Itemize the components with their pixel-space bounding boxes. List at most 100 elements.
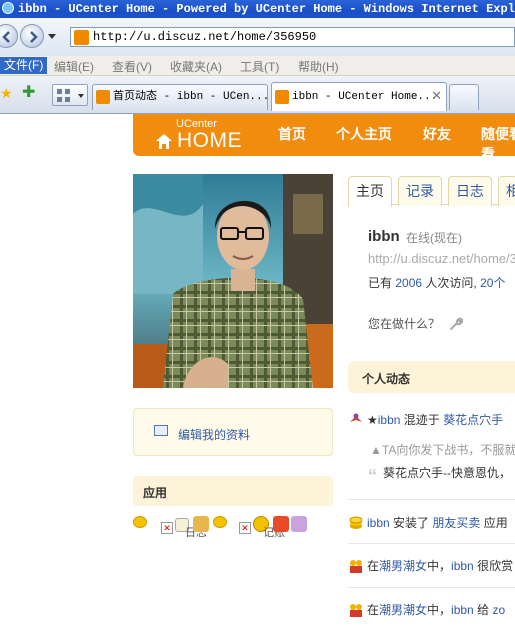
feed-target-link[interactable]: zo — [492, 603, 505, 617]
back-button[interactable] — [0, 24, 18, 48]
nav-home[interactable]: 首页 — [278, 124, 306, 144]
feed-mid: 中， — [427, 559, 452, 573]
tab-list-dropdown-icon[interactable] — [78, 94, 84, 98]
wrench-icon[interactable] — [449, 317, 464, 331]
profile-card-icon — [154, 425, 168, 436]
kungfu-icon[interactable] — [291, 516, 307, 532]
feed-item: 在潮男潮女中，ibbn 给 zo — [348, 601, 515, 618]
feed-item: ibbn 安装了 朋友买卖 应用 — [348, 514, 515, 531]
window-title-bar: ibbn - UCenter Home - Powered by UCenter… — [0, 0, 515, 18]
tab-records[interactable]: 记录 — [398, 176, 442, 206]
quote-mark-icon: “ — [368, 466, 377, 486]
tab-label: 首页动态 - ibbn - UCen... — [113, 91, 268, 103]
add-favorite-icon[interactable]: ✚ — [22, 85, 38, 101]
doing-prompt: 您在做什么？ — [368, 317, 441, 331]
feed-detail: ▲TA向你发下战书，不服就 — [370, 443, 515, 457]
feed-action: 安装了 — [393, 516, 430, 530]
close-tab-icon[interactable]: ✕ — [431, 89, 442, 103]
menu-favorites[interactable]: 收藏夹(A) — [170, 58, 222, 75]
feed-suffix: 应用 — [483, 516, 508, 530]
avatar[interactable] — [133, 174, 333, 388]
feed-target-link[interactable]: 朋友买卖 — [432, 516, 480, 530]
visits-prefix: 已有 — [368, 276, 393, 290]
visit-stats: 已有 2006 人次访问, 20个 — [368, 274, 505, 291]
tab-album[interactable]: 相册 — [498, 176, 515, 206]
tab-label: ibbn - UCenter Home... — [292, 91, 438, 103]
feed-quote-text: 葵花点穴手--快意恩仇， — [383, 466, 511, 480]
house-icon — [156, 134, 172, 149]
avatar-photo — [133, 174, 333, 388]
activity-title: 个人动态 — [362, 372, 411, 386]
profile-username: ibbn — [368, 228, 400, 245]
tab-favicon-icon — [96, 90, 110, 104]
speech-bubble-icon — [213, 516, 227, 528]
visits-extra[interactable]: 20个 — [480, 276, 505, 290]
favorites-star-icon[interactable]: ★ — [0, 86, 14, 100]
feed-user-link[interactable]: ibbn — [378, 413, 401, 427]
feed-user-link[interactable]: ibbn — [451, 603, 474, 617]
address-field[interactable]: http://u.discuz.net/home/356950 — [70, 27, 515, 47]
new-tab-button[interactable] — [449, 84, 479, 110]
nav-my-page[interactable]: 个人主页 — [336, 124, 392, 144]
feed-prefix: 在 — [367, 603, 380, 617]
profile-url[interactable]: http://u.discuz.net/home/356950 — [368, 251, 515, 266]
tab-profile[interactable]: ibbn - UCenter Home... ✕ — [271, 82, 447, 111]
menu-file[interactable]: 文件(F) — [0, 57, 48, 74]
menu-view[interactable]: 查看(V) — [112, 58, 152, 75]
tab-favicon-icon — [275, 90, 289, 104]
address-url[interactable]: http://u.discuz.net/home/356950 — [93, 30, 316, 44]
feed-group-link[interactable]: 潮男潮女 — [379, 559, 427, 573]
quick-tabs-grid-icon — [57, 89, 70, 102]
feed-item: 在潮男潮女中，ibbn 很欣赏 — [348, 557, 515, 574]
feed-item: ★ibbn 混迹于 葵花点穴手 — [348, 411, 515, 428]
forward-arrow-icon — [30, 31, 38, 43]
menu-bar: 文件(F) 编辑(E) 查看(V) 收藏夹(A) 工具(T) 帮助(H) — [0, 56, 515, 76]
menu-help[interactable]: 帮助(H) — [298, 58, 339, 75]
menu-tools[interactable]: 工具(T) — [240, 58, 279, 75]
feed-user-link[interactable]: ibbn — [367, 516, 390, 530]
feed-user-link[interactable]: ibbn — [451, 559, 474, 573]
feed-star: ★ — [367, 413, 378, 427]
apps-title: 应用 — [143, 486, 168, 500]
gift-box-icon[interactable] — [193, 516, 209, 532]
feed-action: 很欣赏 — [477, 559, 514, 573]
feed-action: 给 — [477, 603, 490, 617]
profile-tabs: 主页 记录 日志 相册 — [348, 174, 515, 207]
feed-mid: 中， — [427, 603, 452, 617]
friends-icon[interactable] — [273, 516, 289, 532]
quick-tabs-button[interactable] — [52, 84, 88, 106]
feed-target-link[interactable]: 葵花点穴手 — [443, 413, 503, 427]
recent-pages-dropdown-icon[interactable] — [48, 32, 56, 40]
window-title: ibbn - UCenter Home - Powered by UCenter… — [18, 2, 515, 16]
apps-section-header: 应用 — [133, 476, 333, 506]
visits-count[interactable]: 2006 — [395, 276, 422, 290]
forward-button[interactable] — [20, 24, 44, 48]
feed-divider — [348, 543, 515, 544]
tab-blog[interactable]: 日志 — [448, 176, 492, 206]
broken-image-icon: ✕ — [239, 522, 251, 534]
coins-icon — [349, 516, 363, 529]
visits-mid: 人次访问, — [425, 276, 477, 290]
back-arrow-icon — [2, 31, 10, 43]
site-logo[interactable]: HOME — [177, 129, 242, 153]
couple-icon — [350, 560, 362, 573]
feed-group-link[interactable]: 潮男潮女 — [379, 603, 427, 617]
site-favicon-icon — [74, 30, 89, 45]
tab-bar: ★ ✚ 首页动态 - ibbn - UCen... ibbn - UCenter… — [0, 76, 515, 114]
kungfu-icon — [350, 413, 362, 422]
feed-divider — [348, 587, 515, 588]
tab-home-feed[interactable]: 首页动态 - ibbn - UCen... — [92, 84, 268, 110]
broken-image-icon: ✕ — [161, 522, 173, 534]
nav-browse[interactable]: 随便看看 — [481, 124, 515, 164]
feed-divider — [348, 499, 515, 500]
tab-main[interactable]: 主页 — [348, 176, 392, 207]
status-prompt: 您在做什么？ — [368, 315, 464, 332]
nav-friends[interactable]: 好友 — [423, 124, 451, 144]
navigation-bar: http://u.discuz.net/home/356950 — [0, 18, 515, 56]
couple-icon — [350, 604, 362, 617]
menu-edit[interactable]: 编辑(E) — [54, 58, 94, 75]
edit-profile-link[interactable]: 编辑我的资料 — [178, 426, 250, 443]
feed-quote: “ 葵花点穴手--快意恩仇， — [368, 464, 511, 487]
feed-action: 混迹于 — [403, 413, 440, 427]
feed-prefix: 在 — [367, 559, 380, 573]
